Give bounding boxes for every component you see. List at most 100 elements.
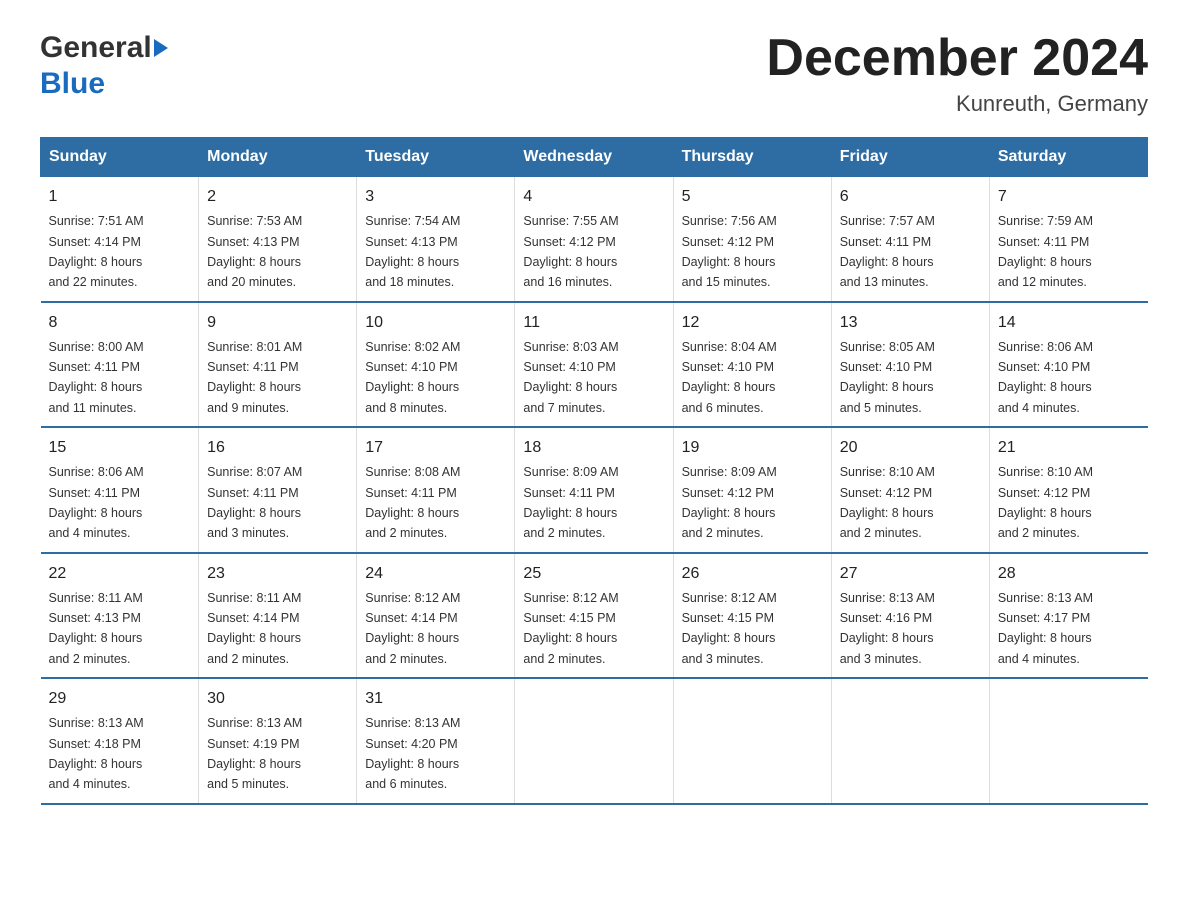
weekday-header-friday: Friday [831, 138, 989, 177]
calendar-day-cell [989, 678, 1147, 804]
day-number: 28 [998, 562, 1140, 586]
day-number: 10 [365, 311, 506, 335]
day-number: 17 [365, 436, 506, 460]
calendar-day-cell: 15 Sunrise: 8:06 AMSunset: 4:11 PMDaylig… [41, 427, 199, 553]
logo-line2: Blue [40, 66, 168, 102]
day-info: Sunrise: 8:09 AMSunset: 4:12 PMDaylight:… [682, 465, 777, 540]
calendar-day-cell: 16 Sunrise: 8:07 AMSunset: 4:11 PMDaylig… [199, 427, 357, 553]
day-number: 6 [840, 185, 981, 209]
logo-line1: General [40, 30, 168, 66]
day-number: 13 [840, 311, 981, 335]
calendar-day-cell: 18 Sunrise: 8:09 AMSunset: 4:11 PMDaylig… [515, 427, 673, 553]
logo-arrow-icon [154, 39, 168, 57]
day-info: Sunrise: 7:55 AMSunset: 4:12 PMDaylight:… [523, 214, 618, 289]
day-info: Sunrise: 7:56 AMSunset: 4:12 PMDaylight:… [682, 214, 777, 289]
calendar-day-cell: 3 Sunrise: 7:54 AMSunset: 4:13 PMDayligh… [357, 177, 515, 302]
day-number: 21 [998, 436, 1140, 460]
day-number: 29 [49, 687, 191, 711]
day-number: 20 [840, 436, 981, 460]
day-number: 19 [682, 436, 823, 460]
day-number: 18 [523, 436, 664, 460]
day-info: Sunrise: 8:06 AMSunset: 4:10 PMDaylight:… [998, 340, 1093, 415]
calendar-day-cell [673, 678, 831, 804]
day-number: 23 [207, 562, 348, 586]
day-number: 11 [523, 311, 664, 335]
day-number: 1 [49, 185, 191, 209]
day-number: 9 [207, 311, 348, 335]
day-info: Sunrise: 8:12 AMSunset: 4:15 PMDaylight:… [682, 591, 777, 666]
day-info: Sunrise: 8:09 AMSunset: 4:11 PMDaylight:… [523, 465, 618, 540]
day-number: 24 [365, 562, 506, 586]
day-info: Sunrise: 8:13 AMSunset: 4:19 PMDaylight:… [207, 716, 302, 791]
calendar-day-cell: 19 Sunrise: 8:09 AMSunset: 4:12 PMDaylig… [673, 427, 831, 553]
day-info: Sunrise: 8:13 AMSunset: 4:20 PMDaylight:… [365, 716, 460, 791]
calendar-day-cell: 6 Sunrise: 7:57 AMSunset: 4:11 PMDayligh… [831, 177, 989, 302]
day-info: Sunrise: 7:51 AMSunset: 4:14 PMDaylight:… [49, 214, 144, 289]
calendar-day-cell: 17 Sunrise: 8:08 AMSunset: 4:11 PMDaylig… [357, 427, 515, 553]
calendar-day-cell: 22 Sunrise: 8:11 AMSunset: 4:13 PMDaylig… [41, 553, 199, 679]
day-number: 12 [682, 311, 823, 335]
calendar-day-cell: 13 Sunrise: 8:05 AMSunset: 4:10 PMDaylig… [831, 302, 989, 428]
calendar-day-cell: 8 Sunrise: 8:00 AMSunset: 4:11 PMDayligh… [41, 302, 199, 428]
weekday-header-saturday: Saturday [989, 138, 1147, 177]
calendar-week-row: 8 Sunrise: 8:00 AMSunset: 4:11 PMDayligh… [41, 302, 1148, 428]
day-info: Sunrise: 8:02 AMSunset: 4:10 PMDaylight:… [365, 340, 460, 415]
day-info: Sunrise: 8:06 AMSunset: 4:11 PMDaylight:… [49, 465, 144, 540]
weekday-header-thursday: Thursday [673, 138, 831, 177]
day-info: Sunrise: 7:57 AMSunset: 4:11 PMDaylight:… [840, 214, 935, 289]
weekday-header-wednesday: Wednesday [515, 138, 673, 177]
day-info: Sunrise: 7:59 AMSunset: 4:11 PMDaylight:… [998, 214, 1093, 289]
day-number: 30 [207, 687, 348, 711]
day-info: Sunrise: 8:11 AMSunset: 4:14 PMDaylight:… [207, 591, 301, 666]
day-number: 27 [840, 562, 981, 586]
day-number: 26 [682, 562, 823, 586]
day-info: Sunrise: 8:05 AMSunset: 4:10 PMDaylight:… [840, 340, 935, 415]
day-info: Sunrise: 8:00 AMSunset: 4:11 PMDaylight:… [49, 340, 144, 415]
weekday-header-row: SundayMondayTuesdayWednesdayThursdayFrid… [41, 138, 1148, 177]
calendar-day-cell [831, 678, 989, 804]
calendar-day-cell: 21 Sunrise: 8:10 AMSunset: 4:12 PMDaylig… [989, 427, 1147, 553]
calendar-day-cell: 14 Sunrise: 8:06 AMSunset: 4:10 PMDaylig… [989, 302, 1147, 428]
calendar-day-cell: 9 Sunrise: 8:01 AMSunset: 4:11 PMDayligh… [199, 302, 357, 428]
calendar-day-cell: 26 Sunrise: 8:12 AMSunset: 4:15 PMDaylig… [673, 553, 831, 679]
calendar-day-cell: 12 Sunrise: 8:04 AMSunset: 4:10 PMDaylig… [673, 302, 831, 428]
day-number: 22 [49, 562, 191, 586]
calendar-body: 1 Sunrise: 7:51 AMSunset: 4:14 PMDayligh… [41, 177, 1148, 804]
calendar-day-cell: 20 Sunrise: 8:10 AMSunset: 4:12 PMDaylig… [831, 427, 989, 553]
day-info: Sunrise: 8:13 AMSunset: 4:17 PMDaylight:… [998, 591, 1093, 666]
day-info: Sunrise: 7:54 AMSunset: 4:13 PMDaylight:… [365, 214, 460, 289]
calendar-day-cell: 7 Sunrise: 7:59 AMSunset: 4:11 PMDayligh… [989, 177, 1147, 302]
day-info: Sunrise: 8:04 AMSunset: 4:10 PMDaylight:… [682, 340, 777, 415]
day-number: 8 [49, 311, 191, 335]
day-number: 16 [207, 436, 348, 460]
day-info: Sunrise: 8:13 AMSunset: 4:16 PMDaylight:… [840, 591, 935, 666]
day-number: 2 [207, 185, 348, 209]
calendar-day-cell: 11 Sunrise: 8:03 AMSunset: 4:10 PMDaylig… [515, 302, 673, 428]
calendar-day-cell: 25 Sunrise: 8:12 AMSunset: 4:15 PMDaylig… [515, 553, 673, 679]
calendar-day-cell: 23 Sunrise: 8:11 AMSunset: 4:14 PMDaylig… [199, 553, 357, 679]
calendar-day-cell: 28 Sunrise: 8:13 AMSunset: 4:17 PMDaylig… [989, 553, 1147, 679]
location: Kunreuth, Germany [766, 91, 1148, 117]
day-info: Sunrise: 8:10 AMSunset: 4:12 PMDaylight:… [998, 465, 1093, 540]
day-number: 3 [365, 185, 506, 209]
weekday-header-sunday: Sunday [41, 138, 199, 177]
day-info: Sunrise: 8:08 AMSunset: 4:11 PMDaylight:… [365, 465, 460, 540]
calendar-week-row: 15 Sunrise: 8:06 AMSunset: 4:11 PMDaylig… [41, 427, 1148, 553]
page-header: General Blue December 2024 Kunreuth, Ger… [40, 30, 1148, 117]
day-number: 7 [998, 185, 1140, 209]
calendar-day-cell: 10 Sunrise: 8:02 AMSunset: 4:10 PMDaylig… [357, 302, 515, 428]
day-info: Sunrise: 8:03 AMSunset: 4:10 PMDaylight:… [523, 340, 618, 415]
day-info: Sunrise: 8:13 AMSunset: 4:18 PMDaylight:… [49, 716, 144, 791]
day-number: 4 [523, 185, 664, 209]
day-info: Sunrise: 8:12 AMSunset: 4:14 PMDaylight:… [365, 591, 460, 666]
calendar-table: SundayMondayTuesdayWednesdayThursdayFrid… [40, 137, 1148, 805]
calendar-day-cell: 2 Sunrise: 7:53 AMSunset: 4:13 PMDayligh… [199, 177, 357, 302]
day-info: Sunrise: 7:53 AMSunset: 4:13 PMDaylight:… [207, 214, 302, 289]
calendar-header: SundayMondayTuesdayWednesdayThursdayFrid… [41, 138, 1148, 177]
calendar-week-row: 29 Sunrise: 8:13 AMSunset: 4:18 PMDaylig… [41, 678, 1148, 804]
calendar-day-cell [515, 678, 673, 804]
day-number: 25 [523, 562, 664, 586]
calendar-day-cell: 1 Sunrise: 7:51 AMSunset: 4:14 PMDayligh… [41, 177, 199, 302]
logo: General Blue [40, 30, 168, 102]
day-number: 15 [49, 436, 191, 460]
